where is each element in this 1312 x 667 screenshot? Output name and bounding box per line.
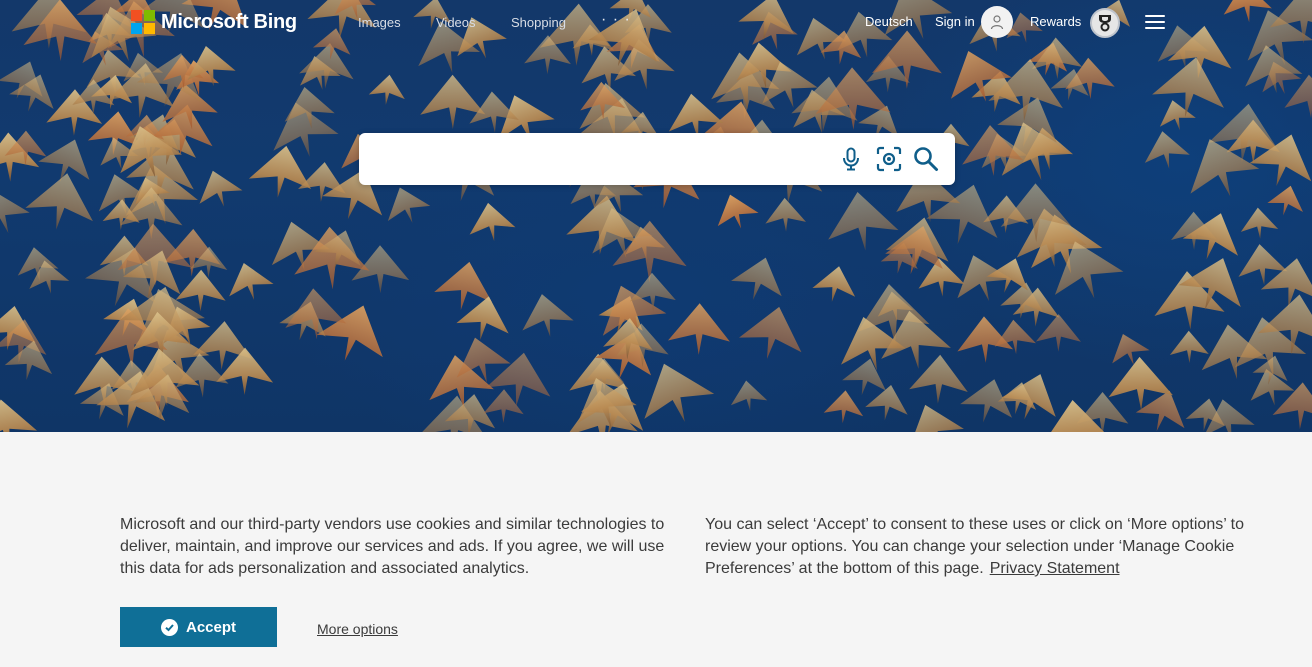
sign-in-link[interactable]: Sign in [935,14,975,29]
manta-ray-shape [0,394,40,432]
checkmark-icon [160,618,178,636]
privacy-statement-link[interactable]: Privacy Statement [990,560,1120,577]
manta-ray-shape [367,72,408,108]
nav-videos-link[interactable]: Videos [436,15,476,30]
microphone-icon[interactable] [838,146,864,172]
cookie-options-body: You can select ‘Accept’ to consent to th… [705,516,1244,577]
person-icon [990,15,1004,30]
cookie-consent-banner: Microsoft and our third-party vendors us… [0,432,1312,667]
brand-name: Microsoft Bing [161,10,297,33]
manta-ray-shape [191,164,246,214]
manta-ray-shape [1154,95,1198,135]
manta-ray-shape [1239,206,1279,241]
manta-ray-shape [351,244,410,294]
logo-square-blue [131,23,142,34]
hero-background-image [0,0,1312,432]
logo-square-yellow [144,23,155,34]
bing-logo[interactable]: Microsoft Bing [131,9,297,35]
manta-ray-shape [516,289,576,342]
manta-ray-shape [1282,73,1312,120]
search-box [359,133,955,185]
manta-ray-shape [1139,127,1192,173]
menu-line [1145,27,1165,29]
logo-square-green [144,10,155,21]
manta-ray-shape [863,381,913,425]
manta-rays-illustration [0,0,1312,432]
manta-ray-shape [822,187,901,256]
cookie-description-text: Microsoft and our third-party vendors us… [120,516,665,577]
search-icon[interactable] [913,146,939,172]
manta-ray-shape [1237,38,1306,100]
manta-ray-shape [764,197,807,233]
accept-cookies-button[interactable]: Accept [120,607,277,647]
search-input[interactable] [375,145,825,173]
manta-ray-shape [727,249,792,308]
menu-line [1145,21,1165,23]
menu-line [1145,15,1165,17]
manta-ray-shape [378,179,434,231]
manta-ray-shape [810,261,861,307]
manta-ray-shape [0,181,34,243]
language-link[interactable]: Deutsch [865,14,913,29]
manta-ray-shape [1178,204,1249,269]
visual-search-icon[interactable] [876,146,902,172]
trophy-medal-icon[interactable] [1090,8,1120,38]
manta-ray-shape [915,255,966,299]
nav-more-button[interactable]: · · · [601,11,631,29]
top-header: Microsoft Bing Images Videos Shopping · … [0,0,1312,46]
manta-ray-shape [667,302,731,356]
manta-ray-shape [709,188,762,236]
nav-images-link[interactable]: Images [358,15,401,30]
manta-ray-shape [221,256,277,307]
manta-ray-shape [1035,313,1082,352]
manta-ray-shape [822,388,866,425]
manta-ray-shape [465,199,518,245]
accept-label: Accept [185,618,237,636]
manta-ray-shape [1169,330,1209,364]
rewards-link[interactable]: Rewards [1030,14,1081,29]
manta-ray-shape [897,395,969,432]
microsoft-logo-icon [131,10,155,34]
logo-square-red [131,10,142,21]
user-avatar-icon[interactable] [981,6,1013,38]
cookie-options-text: You can select ‘Accept’ to consent to th… [705,514,1265,580]
manta-ray-shape [937,40,1017,113]
more-options-link[interactable]: More options [317,621,398,637]
manta-ray-shape [727,378,769,414]
manta-ray-shape [735,299,811,367]
medal-glyph [1099,15,1111,32]
hamburger-menu-icon[interactable] [1145,15,1165,29]
manta-ray-shape [1265,181,1309,220]
nav-shopping-link[interactable]: Shopping [511,15,566,30]
manta-ray-shape [297,40,358,92]
